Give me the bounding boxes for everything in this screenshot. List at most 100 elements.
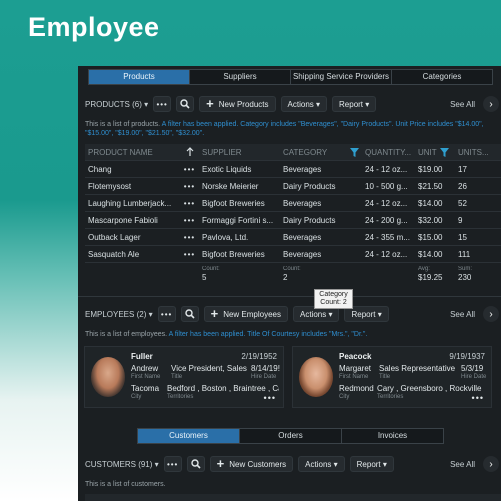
customers-section-label[interactable]: CUSTOMERS (91) ▾ xyxy=(85,460,159,469)
customers-more-button[interactable]: ••• xyxy=(163,456,182,472)
row-more-button[interactable]: ••• xyxy=(177,233,202,242)
tab-invoices[interactable]: Invoices xyxy=(341,429,443,443)
summary-label: Count: xyxy=(202,266,220,272)
column-header-unit[interactable]: UNIT xyxy=(418,147,458,157)
divider xyxy=(78,296,501,297)
cell-supplier: Exotic Liquids xyxy=(202,164,252,174)
cell-quantity: 24 - 12 oz... xyxy=(365,164,408,174)
customers-report-button[interactable]: Report ▾ xyxy=(349,456,394,472)
cell-quantity: 24 - 200 g... xyxy=(365,215,408,225)
products-more-button[interactable]: ••• xyxy=(153,96,172,112)
territories-label: Territories xyxy=(377,394,404,400)
table-row[interactable]: Outback Lager ••• Pavlova, Ltd. Beverage… xyxy=(85,229,501,246)
chevron-right-icon[interactable]: › xyxy=(483,96,499,112)
cell-unit-price: $14.00 xyxy=(418,198,443,208)
cell-unit-price: $21.50 xyxy=(418,181,443,191)
column-header-supplier[interactable]: SUPPLIER xyxy=(202,148,283,157)
new-employees-button[interactable]: + New Employees xyxy=(203,306,288,322)
customers-actions-button[interactable]: Actions ▾ xyxy=(298,456,345,472)
cell-category: Beverages xyxy=(283,232,322,242)
avatar xyxy=(91,357,125,397)
units-sum-summary: Sum: 230 xyxy=(458,266,501,282)
employee-birth-date: 9/19/1937 xyxy=(449,352,485,361)
cell-units: 111 xyxy=(458,249,471,259)
products-info-prefix: This is a list of products. xyxy=(85,121,161,128)
tab-shipping-service-providers[interactable]: Shipping Service Providers xyxy=(290,70,391,84)
summary-label: Avg: xyxy=(418,266,430,272)
cell-units: 17 xyxy=(458,164,467,174)
cell-supplier: Bigfoot Breweries xyxy=(202,249,265,259)
title-label: Title xyxy=(379,374,391,380)
employee-card[interactable]: Fuller 2/19/1952 Andrew First Name Vice … xyxy=(84,346,284,408)
products-search-button[interactable] xyxy=(176,96,195,112)
employee-territories: Bedford , Boston , Braintree , Cam xyxy=(167,384,279,393)
products-section-label[interactable]: PRODUCTS (6) ▾ xyxy=(85,100,148,109)
row-more-button[interactable]: ••• xyxy=(177,165,202,174)
employee-last-name: Peacock xyxy=(339,352,372,361)
summary-value: 5 xyxy=(202,273,207,282)
sort-up-icon[interactable] xyxy=(177,146,202,158)
table-row[interactable]: Laughing Lumberjack... ••• Bigfoot Brewe… xyxy=(85,195,501,212)
cell-units: 52 xyxy=(458,198,467,208)
unit-price-avg-summary: Avg: $19.25 xyxy=(418,266,458,282)
cell-category: Dairy Products xyxy=(283,181,336,191)
employee-hire-date: 8/14/19! xyxy=(251,364,280,373)
table-row[interactable]: Chang ••• Exotic Liquids Beverages 24 - … xyxy=(85,161,501,178)
products-info-text: This is a list of products. A filter has… xyxy=(85,120,490,138)
employees-filter-text[interactable]: A filter has been applied. Title Of Cour… xyxy=(169,331,368,338)
cell-units: 9 xyxy=(458,215,463,225)
column-header-units[interactable]: UNITS... xyxy=(458,148,501,157)
column-header-quantity[interactable]: QUANTITY... xyxy=(365,148,418,157)
filter-icon[interactable] xyxy=(350,147,359,157)
new-products-button[interactable]: + New Products xyxy=(199,96,276,112)
chevron-right-icon[interactable]: › xyxy=(483,306,499,322)
customers-toolbar: CUSTOMERS (91) ▾ ••• + New Customers Acti… xyxy=(78,453,501,475)
filter-icon[interactable] xyxy=(439,147,449,157)
employees-more-button[interactable]: ••• xyxy=(157,306,176,322)
chevron-right-icon[interactable]: › xyxy=(483,456,499,472)
new-products-label: New Products xyxy=(218,99,269,109)
row-more-button[interactable]: ••• xyxy=(177,199,202,208)
cell-supplier: Formaggi Fortini s... xyxy=(202,215,274,225)
employees-toolbar: EMPLOYEES (2) ▾ ••• + New Employees Actio… xyxy=(78,303,501,325)
tab-customers[interactable]: Customers xyxy=(138,429,239,443)
employees-see-all-link[interactable]: See All xyxy=(450,310,475,319)
supplier-count-summary: Count: 5 xyxy=(202,266,283,282)
employees-section-label[interactable]: EMPLOYEES (2) ▾ xyxy=(85,310,153,319)
plus-icon: + xyxy=(206,96,214,111)
search-icon xyxy=(180,99,190,109)
employees-search-button[interactable] xyxy=(180,306,199,322)
row-more-button[interactable]: ••• xyxy=(177,182,202,191)
table-row[interactable]: Sasquatch Ale ••• Bigfoot Breweries Beve… xyxy=(85,246,501,263)
card-more-button[interactable]: ••• xyxy=(264,393,276,403)
plus-icon: + xyxy=(216,456,225,471)
territories-label: Territories xyxy=(167,394,194,400)
products-see-all-link[interactable]: See All xyxy=(450,100,475,109)
new-customers-button[interactable]: + New Customers xyxy=(209,456,294,472)
employee-last-name: Fuller xyxy=(131,352,153,361)
tab-suppliers[interactable]: Suppliers xyxy=(189,70,290,84)
customers-info-text: This is a list of customers. xyxy=(85,481,166,488)
customers-see-all-link[interactable]: See All xyxy=(450,460,475,469)
cell-quantity: 10 - 500 g... xyxy=(365,181,408,191)
tab-categories[interactable]: Categories xyxy=(391,70,492,84)
customers-search-button[interactable] xyxy=(186,456,205,472)
tab-products[interactable]: Products xyxy=(89,70,189,84)
cell-units: 26 xyxy=(458,181,467,191)
row-more-button[interactable]: ••• xyxy=(177,250,202,259)
column-header-product-name[interactable]: PRODUCT NAME xyxy=(85,148,177,157)
page-title: Employee xyxy=(28,12,160,42)
app-window: Products Suppliers Shipping Service Prov… xyxy=(78,66,501,501)
products-report-button[interactable]: Report ▾ xyxy=(332,96,377,112)
card-more-button[interactable]: ••• xyxy=(472,393,484,403)
products-actions-button[interactable]: Actions ▾ xyxy=(280,96,328,112)
cell-category: Beverages xyxy=(283,249,322,259)
column-header-category[interactable]: CATEGORY xyxy=(283,147,365,157)
cell-unit-price: $19.00 xyxy=(418,164,443,174)
employee-territories: Cary , Greensboro , Rockville xyxy=(377,384,482,393)
tab-orders[interactable]: Orders xyxy=(239,429,341,443)
table-row[interactable]: Mascarpone Fabioli ••• Formaggi Fortini … xyxy=(85,212,501,229)
table-row[interactable]: Flotemysost ••• Norske Meierier Dairy Pr… xyxy=(85,178,501,195)
row-more-button[interactable]: ••• xyxy=(177,216,202,225)
employee-card[interactable]: Peacock 9/19/1937 Margaret First Name Sa… xyxy=(292,346,492,408)
